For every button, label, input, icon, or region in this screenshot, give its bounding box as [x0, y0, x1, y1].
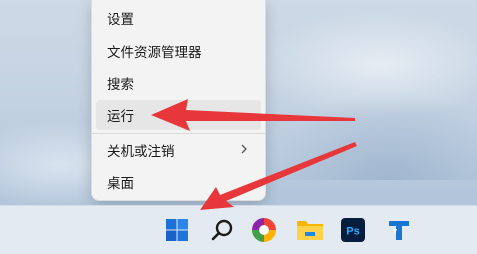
menu-item-desktop[interactable]: 桌面 — [96, 167, 261, 197]
menu-item-label: 关机或注销 — [107, 144, 175, 160]
menu-item-label: 搜索 — [107, 77, 134, 93]
menu-item-file-explorer[interactable]: 文件资源管理器 — [96, 36, 261, 66]
colorful-app-icon[interactable] — [248, 214, 280, 246]
photoshop-icon[interactable]: Ps — [337, 214, 369, 246]
menu-item-label: 文件资源管理器 — [107, 45, 202, 61]
menu-item-settings[interactable]: 设置 — [96, 3, 261, 33]
start-context-menu: 设置 文件资源管理器 搜索 运行 关机或注销 桌面 — [91, 0, 266, 201]
file-explorer-icon[interactable] — [294, 214, 326, 246]
chevron-right-icon — [241, 144, 247, 154]
blue-app-icon[interactable] — [383, 214, 415, 246]
menu-item-label: 设置 — [107, 12, 134, 28]
menu-item-run[interactable]: 运行 — [96, 100, 261, 130]
menu-item-label: 运行 — [107, 109, 134, 125]
menu-item-label: 桌面 — [107, 176, 134, 192]
search-icon[interactable] — [206, 214, 238, 246]
photoshop-label: Ps — [346, 226, 359, 238]
taskbar: Ps — [0, 205, 477, 254]
windows-start-icon[interactable] — [161, 214, 193, 246]
menu-item-shutdown-signout[interactable]: 关机或注销 — [96, 135, 261, 165]
menu-item-search[interactable]: 搜索 — [96, 68, 261, 98]
menu-separator — [92, 133, 265, 134]
